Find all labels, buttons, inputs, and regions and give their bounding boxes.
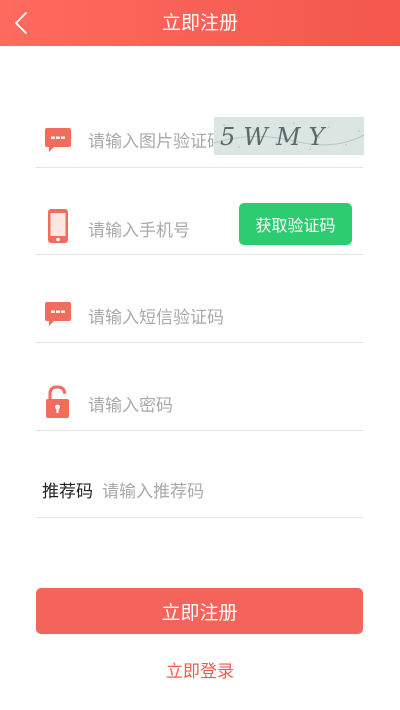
sms-code-field: [36, 255, 363, 343]
login-link[interactable]: 立即登录: [0, 657, 400, 682]
message-dots-icon: [42, 296, 74, 332]
get-code-button[interactable]: 获取验证码: [239, 203, 352, 245]
page-title: 立即注册: [161, 12, 238, 34]
captcha-image[interactable]: 5WMY: [213, 117, 365, 155]
referral-field: 推荐码: [36, 430, 363, 518]
message-dots-icon: [42, 122, 74, 158]
register-button[interactable]: 立即注册: [36, 588, 363, 634]
sms-code-input[interactable]: [88, 300, 328, 336]
referral-input[interactable]: [102, 474, 352, 510]
phone-icon: [42, 208, 74, 244]
lock-icon: [42, 384, 74, 420]
header-bar: 立即注册: [0, 0, 400, 46]
captcha-text: 5WMY: [220, 123, 332, 151]
password-field: [36, 343, 363, 431]
password-input[interactable]: [88, 388, 328, 424]
phone-input[interactable]: [88, 213, 228, 249]
referral-label: 推荐码: [42, 482, 93, 502]
